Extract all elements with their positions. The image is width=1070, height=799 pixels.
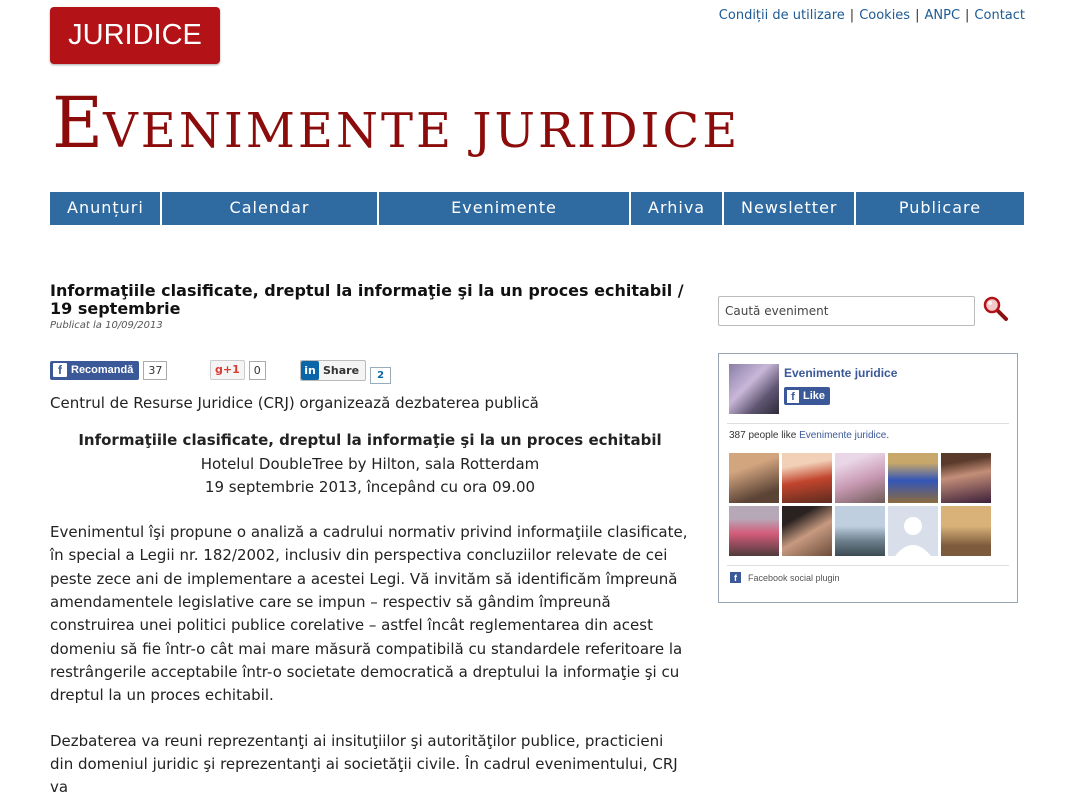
site-title-rest: VENIMENTE JURIDICE [103,103,741,159]
divider [727,423,1009,424]
event-location: Hotelul DoubleTree by Hilton, sala Rotte… [200,454,540,473]
separator: | [965,8,970,23]
contact-link[interactable]: Contact [974,8,1025,23]
fan-avatar[interactable] [782,506,832,556]
facebook-likes-suffix: . [886,430,890,441]
cookies-link[interactable]: Cookies [859,8,910,23]
nav-item-arhiva[interactable]: Arhiva [631,192,722,225]
separator: | [849,8,855,23]
publish-date: Publicat la 10/09/2013 [50,320,163,331]
google-plus-share: g+1 0 [210,360,266,380]
anpc-link[interactable]: ANPC [924,8,960,23]
facebook-page-thumbnail[interactable] [729,364,779,414]
nav-item-publicare[interactable]: Publicare anunț [856,192,1024,249]
linkedin-share-button[interactable]: in Share [300,360,367,381]
facebook-recommend: f Recomandă 37 [50,360,168,380]
facebook-likes-count: 387 people like Evenimente juridice. [729,430,889,441]
google-plus-label: +1 [222,363,240,376]
facebook-recommend-label: Recomandă [71,363,134,376]
event-details: Informaţiile clasificate, dreptul la inf… [50,429,690,499]
site-title-initial: E [52,82,104,164]
google-plus-count: 0 [248,360,266,380]
google-plus-icon: g [215,363,223,376]
facebook-page-link[interactable]: Evenimente juridice [799,430,886,441]
nav-item-newsletter[interactable]: Newsletter [724,192,854,225]
facebook-page-name[interactable]: Evenimente juridice [784,366,897,380]
site-logo[interactable]: JURIDICE [50,7,220,64]
linkedin-share: in Share 2 [300,360,392,384]
facebook-recommend-count: 37 [143,360,168,380]
fan-avatar[interactable] [729,506,779,556]
site-title[interactable]: EVENIMENTE JURIDICE [52,82,740,164]
facebook-like-label: Like [803,390,826,402]
default-avatar-icon [895,517,931,556]
main-nav: Anunțuri Calendar evenimente Evenimente … [50,192,1024,249]
event-date: 19 septembrie 2013, începând cu ora 09.0… [204,477,536,496]
article-paragraph: Evenimentul îşi propune o analiză a cadr… [50,523,688,705]
linkedin-share-label: Share [323,364,360,377]
top-links: Condiții de utilizare | Cookies | ANPC | Conta… [719,8,1025,23]
facebook-like-button[interactable]: f Like [784,387,831,405]
separator: | [915,8,920,23]
linkedin-icon: in [301,361,319,380]
search-icon[interactable] [983,296,1009,322]
facebook-recommend-button[interactable]: f Recomandă [50,360,140,380]
fan-avatar[interactable] [941,453,991,503]
nav-item-recomandate[interactable]: Evenimente recomandate [379,192,629,249]
fan-avatar[interactable] [835,453,885,503]
divider [727,565,1009,566]
facebook-likes-prefix: 387 people like [729,430,800,441]
facebook-icon: f [730,572,741,583]
google-plus-button[interactable]: g+1 [210,360,245,380]
article-intro: Centrul de Resurse Juridice (CRJ) organi… [50,394,539,412]
event-title: Informaţiile clasificate, dreptul la inf… [78,431,662,450]
fan-avatar[interactable] [782,453,832,503]
fan-avatar[interactable] [941,506,991,556]
fan-avatar[interactable] [888,453,938,503]
facebook-plugin-label: Facebook social plugin [748,572,840,583]
fan-avatar[interactable] [729,453,779,503]
fan-avatar[interactable] [835,506,885,556]
facebook-icon: f [53,363,67,377]
search-input[interactable] [718,296,975,326]
nav-item-calendar[interactable]: Calendar evenimente [162,192,377,249]
facebook-icon: f [787,389,799,403]
article-title[interactable]: Informaţiile clasificate, dreptul la inf… [50,282,690,318]
facebook-social-plugin[interactable]: f Facebook social plugin [730,572,840,583]
facebook-like-box: Evenimente juridice f Like 387 people lik… [718,353,1018,603]
nav-item-anunturi[interactable]: Anunțuri [50,192,160,225]
article-body: Centrul de Resurse Juridice (CRJ) organi… [50,392,690,799]
fan-avatar[interactable] [888,506,938,556]
linkedin-share-count: 2 [370,367,392,384]
article-paragraph: Dezbaterea va reuni reprezentanţi ai ins… [50,731,678,797]
terms-link[interactable]: Condiții de utilizare [719,8,845,23]
